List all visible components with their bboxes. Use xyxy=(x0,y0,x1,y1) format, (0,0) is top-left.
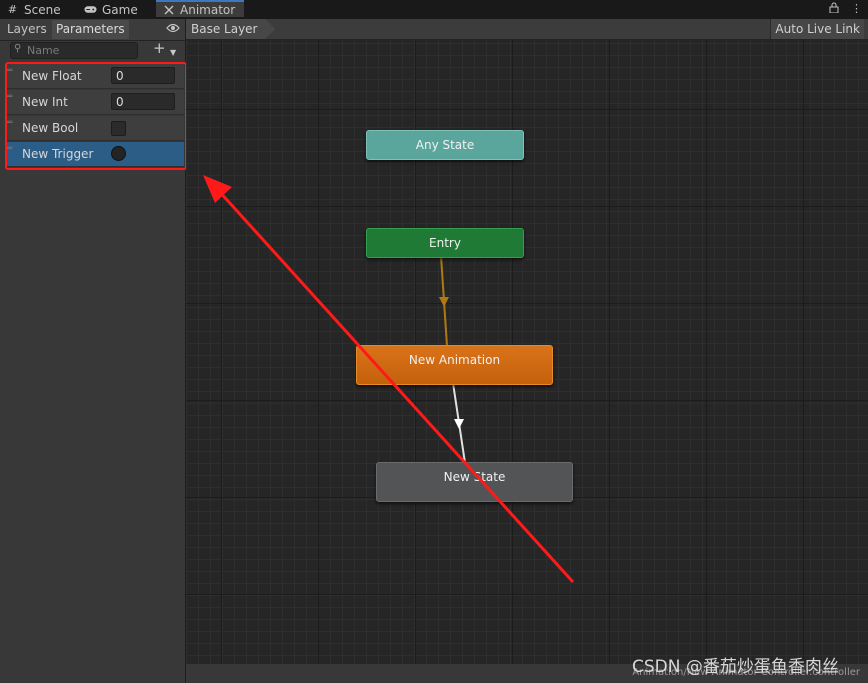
animator-icon xyxy=(162,3,175,16)
left-panel: Layers Parameters ⚲ +▼ ═ New Float 0 ═ N… xyxy=(0,19,186,683)
tab-parameters[interactable]: Parameters xyxy=(52,20,129,39)
watermark: CSDN @番茄炒蛋鱼香肉丝 xyxy=(632,657,839,677)
int-value-field[interactable]: 0 xyxy=(111,93,175,110)
more-options-icon[interactable]: ⋮ xyxy=(851,2,862,16)
parameter-row-bool[interactable]: ═ New Bool xyxy=(5,116,184,141)
parameter-name: New Int xyxy=(22,95,68,109)
search-input[interactable] xyxy=(27,43,133,58)
eye-icon[interactable] xyxy=(166,22,180,36)
tab-scene[interactable]: # Scene xyxy=(6,0,61,19)
search-icon: ⚲ xyxy=(14,43,22,54)
any-state-node[interactable]: Any State xyxy=(366,130,524,160)
bool-checkbox[interactable] xyxy=(111,121,126,136)
entry-node[interactable]: Entry xyxy=(366,228,524,258)
scene-grid-icon: # xyxy=(7,3,18,16)
drag-handle-icon[interactable]: ═ xyxy=(7,145,17,154)
tab-animator[interactable]: Animator xyxy=(156,0,244,17)
trigger-radio[interactable] xyxy=(111,146,126,161)
breadcrumb-base-layer[interactable]: Base Layer xyxy=(186,19,276,39)
window-tab-bar: # Scene Game Animator ⋮ xyxy=(0,0,868,19)
drag-handle-icon[interactable]: ═ xyxy=(7,93,17,102)
auto-live-link-button[interactable]: Auto Live Link xyxy=(770,19,864,39)
plus-icon: + xyxy=(153,39,166,57)
parameter-row-trigger[interactable]: ═ New Trigger xyxy=(5,142,184,167)
tab-animator-label: Animator xyxy=(180,2,236,17)
drag-handle-icon[interactable]: ═ xyxy=(7,67,17,76)
chevron-down-icon: ▼ xyxy=(170,48,177,57)
left-subtabs: Layers Parameters xyxy=(0,19,185,41)
tab-game[interactable]: Game xyxy=(84,0,138,19)
parameter-search: ⚲ xyxy=(10,42,138,59)
window-controls: ⋮ xyxy=(829,2,862,16)
parameter-row-float[interactable]: ═ New Float 0 xyxy=(5,64,184,89)
parameter-name: New Float xyxy=(22,69,82,83)
float-value-field[interactable]: 0 xyxy=(111,67,175,84)
gamepad-icon xyxy=(84,3,97,16)
add-parameter-button[interactable]: + ▼ xyxy=(153,39,181,58)
new-animation-state-node[interactable]: New Animation xyxy=(356,345,553,385)
tab-layers[interactable]: Layers xyxy=(3,20,51,39)
drag-handle-icon[interactable]: ═ xyxy=(7,119,17,128)
new-state-node[interactable]: New State xyxy=(376,462,573,502)
graph-breadcrumb-bar: Base Layer Auto Live Link xyxy=(186,19,868,40)
parameter-row-int[interactable]: ═ New Int 0 xyxy=(5,90,184,115)
tab-scene-label: Scene xyxy=(24,2,61,17)
parameter-name: New Trigger xyxy=(22,147,94,161)
tab-game-label: Game xyxy=(102,2,138,17)
parameter-name: New Bool xyxy=(22,121,79,135)
lock-icon[interactable] xyxy=(829,2,839,16)
